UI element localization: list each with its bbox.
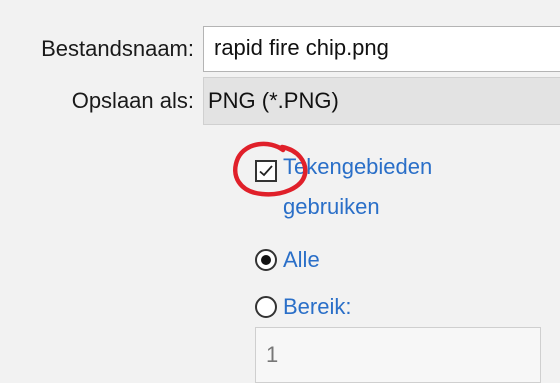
save-as-label: Opslaan als:: [71, 88, 194, 113]
range-input[interactable]: 1: [255, 327, 541, 383]
radio-all-label: Alle: [283, 247, 320, 272]
checkmark-icon: [259, 165, 273, 177]
radio-all[interactable]: [255, 249, 277, 271]
filename-label: Bestandsnaam:: [41, 36, 194, 61]
radio-all-row[interactable]: Alle: [255, 240, 320, 280]
radio-range-row[interactable]: Bereik:: [255, 287, 351, 327]
use-artboards-checkbox[interactable]: [255, 160, 277, 182]
radio-range[interactable]: [255, 296, 277, 318]
save-as-type-select[interactable]: PNG (*.PNG): [203, 77, 560, 125]
use-artboards-label: Tekengebieden gebruiken: [283, 147, 483, 227]
filename-input[interactable]: rapid fire chip.png: [203, 26, 560, 72]
radio-selected-dot: [261, 255, 271, 265]
use-artboards-label-line2: gebruiken: [283, 194, 380, 219]
use-artboards-label-line1: Tekengebieden: [283, 154, 433, 179]
use-artboards-checkbox-row[interactable]: Tekengebieden gebruiken: [255, 154, 483, 227]
radio-range-label: Bereik:: [283, 294, 352, 319]
